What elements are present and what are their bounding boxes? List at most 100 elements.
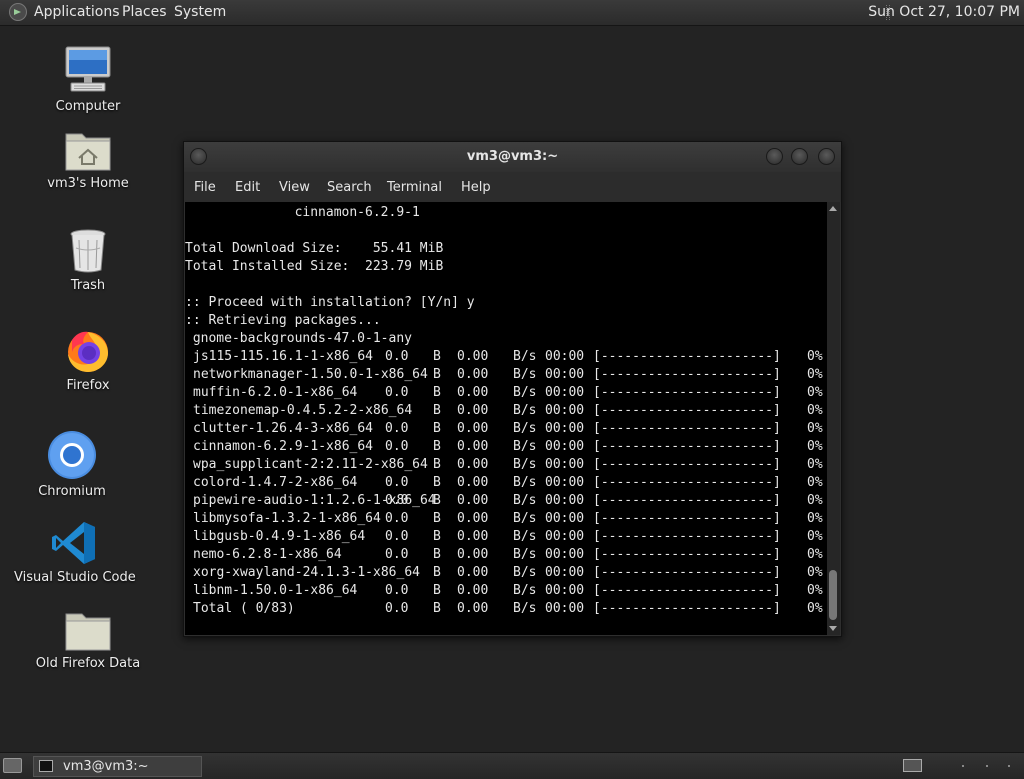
progress-percent: 0% <box>807 547 823 562</box>
progress-percent: 0% <box>807 349 823 364</box>
workspace-dot[interactable] <box>986 765 988 767</box>
workspace-switcher[interactable] <box>903 759 922 772</box>
progress-bar: [----------------------] <box>593 421 781 436</box>
scroll-thumb[interactable] <box>829 570 837 620</box>
download-rate-unit: B/s <box>513 601 537 616</box>
desktop-icon-vscode[interactable]: Visual Studio Code <box>14 520 136 585</box>
window-titlebar[interactable]: vm3@vm3:~ <box>184 142 841 172</box>
terminal-scrollbar[interactable] <box>827 202 840 635</box>
workspace-dot[interactable] <box>962 765 964 767</box>
eta: 00:00 <box>545 493 585 508</box>
package-name: colord-1.4.7-2-x86_64 <box>193 475 358 490</box>
desktop-icon-trash[interactable]: Trash <box>28 228 148 293</box>
desktop-icon-old-firefox-data[interactable]: Old Firefox Data <box>28 608 148 671</box>
package-progress-row: nemo-6.2.8-1-x86_64 0.0 B 0.00 B/s 00:00 [----… <box>185 546 827 564</box>
package-size-unit: B <box>433 439 441 454</box>
desktop-icon-label: Chromium <box>38 484 106 499</box>
package-size: 0.0 <box>385 529 409 544</box>
package-name: xorg-xwayland-24.1.3-1-x86_64 <box>193 565 420 580</box>
workspace-dot[interactable] <box>1008 765 1010 767</box>
download-rate: 0.00 <box>457 439 489 454</box>
eta: 00:00 <box>545 421 585 436</box>
terminal-line: :: Retrieving packages... <box>185 313 381 328</box>
package-size-unit: B <box>433 475 441 490</box>
maximize-icon[interactable] <box>791 148 808 165</box>
package-size-unit: B <box>433 403 441 418</box>
package-progress-row: cinnamon-6.2.9-1-x86_64 0.0 B 0.00 B/s 00:00 [… <box>185 438 827 456</box>
package-size: 0.0 <box>385 349 409 364</box>
download-rate: 0.00 <box>457 421 489 436</box>
package-size: 0.0 <box>385 583 409 598</box>
package-progress-row: muffin-6.2.0-1-x86_64 0.0 B 0.00 B/s 00:00 [--… <box>185 384 827 402</box>
menu-file[interactable]: File <box>194 180 216 195</box>
progress-percent: 0% <box>807 403 823 418</box>
package-progress-row: libnm-1.50.0-1-x86_64 0.0 B 0.00 B/s 00:00 [--… <box>185 582 827 600</box>
menu-terminal[interactable]: Terminal <box>387 180 442 195</box>
download-rate-unit: B/s <box>513 529 537 544</box>
terminal-menubar: File Edit View Search Terminal Help <box>184 172 841 202</box>
menu-edit[interactable]: Edit <box>235 180 260 195</box>
package-progress-row: networkmanager-1.50.0-1-x86_64 B 0.00 B/s 00… <box>185 366 827 384</box>
close-icon[interactable] <box>818 148 835 165</box>
download-rate: 0.00 <box>457 583 489 598</box>
package-name: clutter-1.26.4-3-x86_64 <box>193 421 374 436</box>
eta: 00:00 <box>545 385 585 400</box>
package-size-unit: B <box>433 529 441 544</box>
package-size-unit: B <box>433 349 441 364</box>
progress-bar: [----------------------] <box>593 457 781 472</box>
menu-view[interactable]: View <box>279 180 310 195</box>
package-size-unit: B <box>433 421 441 436</box>
package-progress-row: clutter-1.26.4-3-x86_64 0.0 B 0.00 B/s 00:00 [… <box>185 420 827 438</box>
eta: 00:00 <box>545 547 585 562</box>
package-name: networkmanager-1.50.0-1-x86_64 <box>193 367 428 382</box>
package-progress-row: colord-1.4.7-2-x86_64 0.0 B 0.00 B/s 00:00 [--… <box>185 474 827 492</box>
download-rate-unit: B/s <box>513 565 537 580</box>
distro-logo-icon[interactable] <box>9 3 27 21</box>
eta: 00:00 <box>545 601 585 616</box>
desktop-icon-computer[interactable]: Computer <box>28 45 148 114</box>
desktop-icon-chromium[interactable]: Chromium <box>12 430 132 499</box>
window-menu-icon[interactable] <box>190 148 207 165</box>
progress-bar: [----------------------] <box>593 583 781 598</box>
show-desktop-icon[interactable] <box>3 758 22 773</box>
scroll-up-arrow-icon[interactable] <box>829 206 837 211</box>
system-menu[interactable]: System <box>174 4 226 21</box>
terminal-output[interactable]: cinnamon-6.2.9-1 Total Download Size: 55.… <box>185 202 827 635</box>
progress-bar: [----------------------] <box>593 529 781 544</box>
package-progress-row: libmysofa-1.3.2-1-x86_64 0.0 B 0.00 B/s 00:00… <box>185 510 827 528</box>
desktop-icon-label: Old Firefox Data <box>35 656 141 671</box>
progress-bar: [----------------------] <box>593 511 781 526</box>
desktop-icon-label: Computer <box>55 99 121 114</box>
chromium-icon <box>47 430 97 480</box>
desktop-icon-label: Firefox <box>66 378 110 393</box>
package-size: 0.0 <box>385 511 409 526</box>
taskbar-window-button[interactable]: vm3@vm3:~ <box>33 756 202 777</box>
top-panel: Applications Places System Sun Oct 27, 1… <box>0 0 1024 26</box>
download-rate: 0.00 <box>457 565 489 580</box>
download-rate-unit: B/s <box>513 583 537 598</box>
eta: 00:00 <box>545 565 585 580</box>
package-progress-row: wpa_supplicant-2:2.11-2-x86_64 B 0.00 B/s 00… <box>185 456 827 474</box>
vscode-icon <box>51 520 97 566</box>
clock[interactable]: Sun Oct 27, 10:07 PM <box>868 4 1020 21</box>
eta: 00:00 <box>545 349 585 364</box>
progress-percent: 0% <box>807 493 823 508</box>
terminal-window[interactable]: vm3@vm3:~ File Edit View Search Terminal… <box>183 141 842 637</box>
package-name: wpa_supplicant-2:2.11-2-x86_64 <box>193 457 428 472</box>
package-size: 0.0 <box>385 493 409 508</box>
eta: 00:00 <box>545 403 585 418</box>
package-size-unit: B <box>433 511 441 526</box>
menu-help[interactable]: Help <box>461 180 491 195</box>
desktop-icon-home[interactable]: vm3's Home <box>28 128 148 191</box>
places-menu[interactable]: Places <box>122 4 167 21</box>
menu-search[interactable]: Search <box>327 180 372 195</box>
package-size: 0.0 <box>385 439 409 454</box>
taskbar-window-label: vm3@vm3:~ <box>63 759 149 774</box>
progress-bar: [----------------------] <box>593 565 781 580</box>
package-size-unit: B <box>433 367 441 382</box>
package-size-unit: B <box>433 565 441 580</box>
desktop-icon-firefox[interactable]: Firefox <box>28 326 148 393</box>
applications-menu[interactable]: Applications <box>34 4 120 21</box>
scroll-down-arrow-icon[interactable] <box>829 626 837 631</box>
minimize-icon[interactable] <box>766 148 783 165</box>
